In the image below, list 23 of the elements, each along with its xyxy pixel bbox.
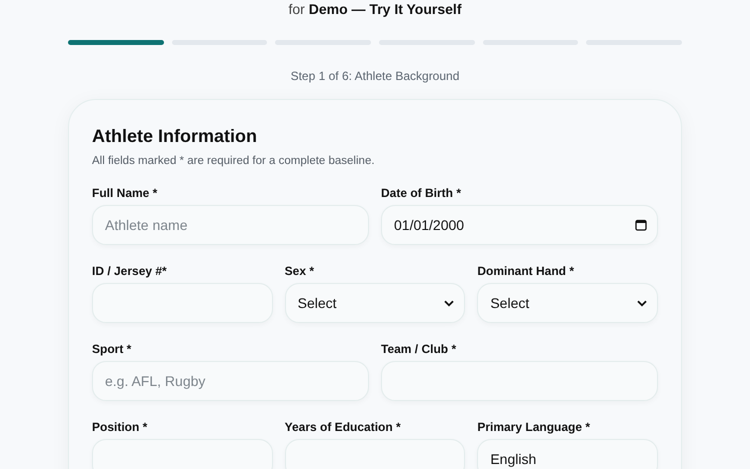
field-label: ID / Jersey #* bbox=[92, 264, 168, 278]
field-label: Dominant Hand * bbox=[477, 264, 575, 278]
chevron-down-icon bbox=[637, 300, 647, 306]
select-dropdown[interactable]: Select bbox=[477, 283, 658, 323]
field-label: Position * bbox=[92, 420, 148, 434]
field-label: Sport * bbox=[92, 342, 132, 356]
date-field[interactable]: 01/01/2000 bbox=[381, 205, 658, 245]
card-title: Athlete Information bbox=[92, 126, 258, 147]
calendar-icon[interactable] bbox=[635, 219, 647, 231]
input-field[interactable]: e.g. AFL, Rugby bbox=[92, 361, 369, 401]
field-label: Date of Birth * bbox=[381, 186, 462, 200]
page-subtitle: for Demo — Try It Yourself bbox=[288, 1, 462, 17]
input-field[interactable]: English bbox=[477, 439, 658, 469]
step-label: Step 1 of 6: Athlete Background bbox=[290, 69, 460, 83]
field-label: Full Name * bbox=[92, 186, 158, 200]
field-label: Team / Club * bbox=[381, 342, 458, 356]
chevron-down-icon bbox=[444, 300, 454, 306]
input-field[interactable]: Athlete name bbox=[92, 205, 369, 245]
field-label: Primary Language * bbox=[477, 420, 592, 434]
field-label: Sex * bbox=[284, 264, 316, 278]
card-note: All fields marked * are required for a complete baseline. bbox=[92, 155, 376, 167]
field-label: Years of Education * bbox=[284, 420, 402, 434]
select-dropdown[interactable]: Select bbox=[284, 283, 466, 323]
